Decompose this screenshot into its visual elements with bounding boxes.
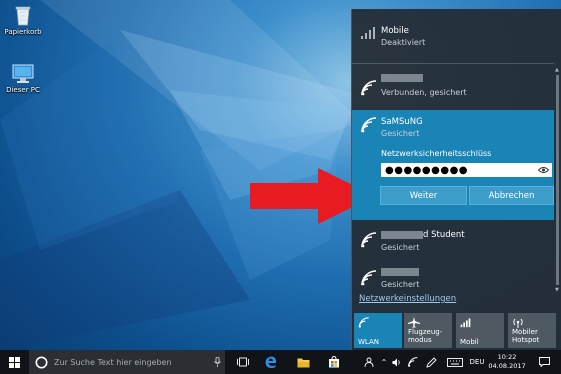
tray-pen[interactable] xyxy=(424,350,438,374)
next-button[interactable]: Weiter xyxy=(380,186,467,205)
cancel-button[interactable]: Abbrechen xyxy=(469,186,554,205)
quick-action-label: Mobiler Hotspot xyxy=(512,328,540,344)
cellular-signal-icon xyxy=(361,27,375,39)
cortana-icon[interactable] xyxy=(35,356,48,369)
network-status: Gesichert xyxy=(381,280,420,289)
flyout-scrollbar[interactable]: ▲ ▼ xyxy=(555,67,560,293)
wifi-secure-icon xyxy=(361,270,377,286)
network-name: Mobile xyxy=(381,26,409,36)
airplane-icon xyxy=(408,317,420,328)
pen-icon xyxy=(425,356,437,368)
keyboard-icon xyxy=(447,357,463,367)
network-status: Gesichert xyxy=(381,243,420,252)
tray-touch-keyboard[interactable] xyxy=(446,350,464,374)
cellular-signal-icon xyxy=(460,318,471,328)
chevron-up-icon: ⌃ xyxy=(380,357,388,367)
taskbar: Zur Suche Text hier eingeben ⌃ DEU 10:22… xyxy=(0,350,561,374)
scroll-down-icon[interactable]: ▼ xyxy=(555,287,559,293)
quick-action-wlan[interactable]: WLAN xyxy=(354,313,402,348)
network-flyout: Mobile Deaktiviert Verbunden, gesichert … xyxy=(351,9,561,350)
desktop-icon-label: Papierkorb xyxy=(4,28,42,36)
quick-action-mobile[interactable]: Mobil xyxy=(456,313,504,348)
people-icon[interactable] xyxy=(363,350,375,374)
task-view-button[interactable] xyxy=(232,350,254,374)
wifi-secure-icon xyxy=(361,117,377,133)
quick-action-mobile-hotspot[interactable]: Mobiler Hotspot xyxy=(508,313,556,348)
tray-volume[interactable] xyxy=(391,350,403,374)
network-name-redacted xyxy=(381,267,419,277)
security-key-value: ●●●●●●●●● xyxy=(385,165,469,176)
clock-time: 10:22 xyxy=(497,353,517,361)
network-status: Deaktiviert xyxy=(381,38,426,47)
action-center-button[interactable] xyxy=(536,350,552,374)
language-indicator: DEU xyxy=(469,358,485,366)
scrollbar-thumb[interactable] xyxy=(556,75,559,285)
network-settings-link[interactable]: Netzwerkeinstellungen xyxy=(359,294,456,304)
network-item-mobile[interactable]: Mobile Deaktiviert xyxy=(352,9,554,61)
separator xyxy=(352,63,554,64)
clock-date: 04.08.2017 xyxy=(488,362,526,370)
store-icon xyxy=(329,356,339,368)
microphone-icon[interactable] xyxy=(214,357,221,367)
search-placeholder: Zur Suche Text hier eingeben xyxy=(54,357,172,367)
desktop-icon-recycle-bin[interactable]: Papierkorb xyxy=(0,4,46,36)
wifi-icon xyxy=(358,317,369,328)
network-item-student[interactable]: d Student Gesichert xyxy=(352,220,554,258)
wifi-icon xyxy=(408,357,418,367)
desktop-icon-this-pc[interactable]: Dieser PC xyxy=(0,64,46,94)
wifi-secure-icon xyxy=(361,232,377,248)
network-name-redacted xyxy=(381,73,423,83)
people-icon-glyph xyxy=(364,357,374,367)
recycle-bin-icon xyxy=(15,6,31,26)
action-center-icon xyxy=(538,357,550,367)
security-key-input[interactable]: ●●●●●●●●● xyxy=(380,162,553,178)
taskbar-clock[interactable]: 10:22 04.08.2017 xyxy=(487,353,527,371)
edge-browser-icon xyxy=(265,356,277,368)
hotspot-icon xyxy=(513,318,523,328)
folder-icon xyxy=(297,358,309,367)
wifi-icon xyxy=(361,80,377,96)
quick-action-label: Mobil xyxy=(460,338,479,346)
taskbar-search-box[interactable]: Zur Suche Text hier eingeben xyxy=(29,350,225,374)
network-name: SaMSuNG xyxy=(381,117,423,127)
computer-icon xyxy=(12,64,34,83)
network-status: Verbunden, gesichert xyxy=(381,88,467,97)
network-name: d Student xyxy=(381,230,465,240)
windows-logo-icon xyxy=(9,356,20,368)
quick-action-airplane-mode[interactable]: Flugzeug- modus xyxy=(404,313,452,348)
taskbar-app-edge[interactable] xyxy=(260,350,282,374)
security-key-label: Netzwerksicherheitsschlüss xyxy=(381,149,492,158)
desktop-icon-label: Dieser PC xyxy=(6,86,40,94)
volume-icon xyxy=(392,358,400,366)
scroll-up-icon[interactable]: ▲ xyxy=(555,67,559,73)
tray-network[interactable] xyxy=(406,350,420,374)
taskbar-app-explorer[interactable] xyxy=(292,350,314,374)
network-name-text: d Student xyxy=(423,230,465,240)
quick-action-label: WLAN xyxy=(358,338,380,346)
quick-action-label: Flugzeug- modus xyxy=(408,328,443,344)
task-view-icon xyxy=(237,357,249,367)
network-item-other[interactable]: Gesichert xyxy=(352,258,554,294)
tray-language[interactable]: DEU xyxy=(468,350,486,374)
start-button[interactable] xyxy=(0,350,29,374)
network-item-connected[interactable]: Verbunden, gesichert xyxy=(352,65,554,109)
network-status: Gesichert xyxy=(381,129,420,138)
network-item-selected[interactable]: SaMSuNG Gesichert Netzwerksicherheitssch… xyxy=(352,110,554,220)
eye-icon[interactable] xyxy=(538,166,549,174)
tray-overflow-chevron[interactable]: ⌃ xyxy=(378,350,390,374)
taskbar-app-store[interactable] xyxy=(323,350,345,374)
